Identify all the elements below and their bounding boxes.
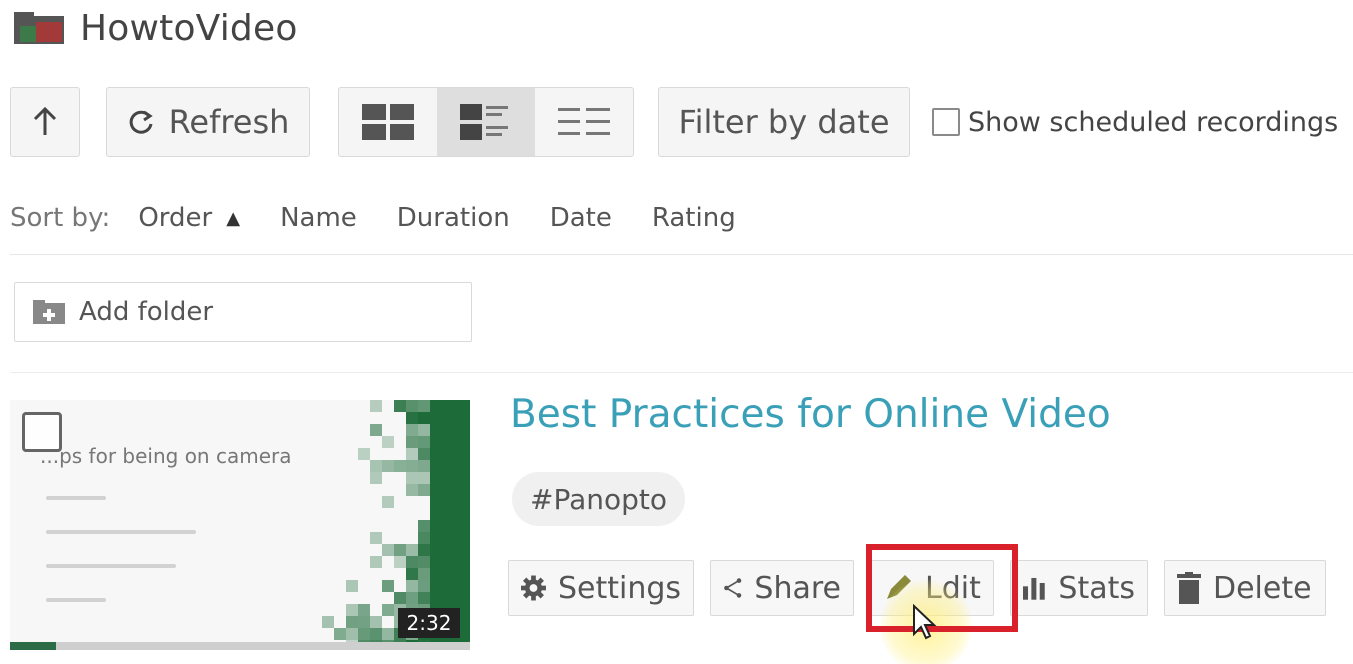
- list-view-button[interactable]: [535, 88, 633, 156]
- video-title-link[interactable]: Best Practices for Online Video: [510, 392, 1111, 437]
- trash-icon: [1177, 572, 1201, 604]
- grid-view-button[interactable]: [339, 88, 437, 156]
- mouse-cursor-icon: [913, 604, 937, 640]
- show-scheduled-checkbox[interactable]: [932, 108, 960, 136]
- settings-label: Settings: [557, 570, 681, 606]
- toolbar: Refresh Filter by date Show scheduled re…: [10, 86, 1338, 158]
- up-button[interactable]: [10, 87, 80, 157]
- sort-option-order[interactable]: Order ▲: [138, 203, 240, 233]
- stats-button[interactable]: Stats: [1010, 560, 1148, 616]
- divider: [10, 254, 1353, 255]
- page-header: HowtoVideo: [14, 6, 298, 50]
- thumbnail-text-line: [46, 564, 176, 568]
- page-title: HowtoVideo: [80, 7, 298, 49]
- settings-button[interactable]: Settings: [508, 560, 694, 616]
- sort-ascending-icon: ▲: [226, 207, 241, 229]
- bar-chart-icon: [1023, 577, 1045, 600]
- view-mode-group: [338, 87, 634, 157]
- sort-option-name[interactable]: Name: [280, 203, 357, 233]
- grid-view-icon: [362, 104, 414, 140]
- add-folder-label: Add folder: [79, 297, 214, 327]
- list-view-icon: [558, 108, 610, 135]
- video-thumbnail[interactable]: ...ps for being on camera 2:32: [10, 400, 470, 650]
- refresh-label: Refresh: [168, 103, 290, 141]
- thumbnail-text-line: [46, 496, 106, 500]
- filter-by-date-button[interactable]: Filter by date: [658, 87, 910, 157]
- tag-chip[interactable]: #Panopto: [512, 472, 686, 526]
- sort-option-rating[interactable]: Rating: [652, 203, 736, 233]
- watch-progress-bar: [10, 642, 470, 650]
- detail-view-icon: [460, 104, 508, 140]
- share-label: Share: [754, 570, 841, 606]
- gear-icon: [521, 575, 546, 601]
- page: HowtoVideo Refresh Filter by date Show s…: [0, 0, 1353, 664]
- refresh-icon: [129, 110, 153, 134]
- arrow-up-icon: [33, 107, 57, 135]
- share-icon: [724, 578, 742, 598]
- sort-option-duration[interactable]: Duration: [397, 203, 510, 233]
- sort-bar: Sort by: Order ▲ Name Duration Date Rati…: [10, 196, 776, 240]
- share-button[interactable]: Share: [710, 560, 854, 616]
- stats-label: Stats: [1058, 570, 1135, 606]
- select-video-checkbox[interactable]: [22, 412, 62, 452]
- folder-add-icon: [33, 300, 65, 324]
- delete-label: Delete: [1213, 570, 1312, 606]
- sort-option-date[interactable]: Date: [550, 203, 612, 233]
- show-scheduled-recordings-toggle[interactable]: Show scheduled recordings: [932, 107, 1338, 138]
- duration-badge: 2:32: [398, 608, 460, 638]
- thumbnail-text-line: [46, 598, 106, 602]
- sort-label: Sort by:: [10, 203, 111, 233]
- divider: [10, 372, 1353, 373]
- thumbnail-heading: ...ps for being on camera: [40, 444, 292, 468]
- refresh-button[interactable]: Refresh: [106, 87, 310, 157]
- sort-option-label: Order: [138, 203, 213, 233]
- detail-view-button[interactable]: [437, 88, 535, 156]
- add-folder-button[interactable]: Add folder: [14, 282, 472, 342]
- delete-button[interactable]: Delete: [1164, 560, 1326, 616]
- show-scheduled-label: Show scheduled recordings: [968, 106, 1339, 138]
- folder-icon: [14, 12, 64, 44]
- edit-highlight-box: [866, 544, 1018, 632]
- thumbnail-text-line: [46, 530, 196, 534]
- watch-progress-fill: [10, 642, 56, 650]
